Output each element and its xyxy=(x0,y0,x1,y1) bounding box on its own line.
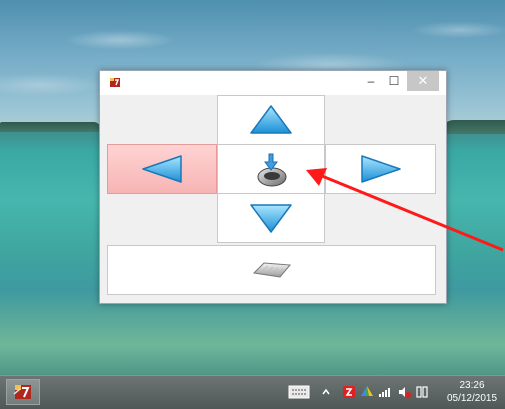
mouse-click-button[interactable] xyxy=(217,144,325,194)
minimize-button[interactable]: – xyxy=(360,71,382,91)
move-up-button[interactable] xyxy=(217,95,325,145)
clock-time: 23:26 xyxy=(459,380,485,391)
move-down-button[interactable] xyxy=(217,193,325,243)
title-bar[interactable]: – ☐ ✕ xyxy=(100,71,446,95)
network-share-icon[interactable] xyxy=(359,384,375,400)
maximize-button[interactable]: ☐ xyxy=(383,71,405,91)
network-icon[interactable] xyxy=(414,384,430,400)
volume-muted-icon[interactable] xyxy=(396,384,412,400)
arrow-down-icon xyxy=(250,204,292,233)
move-right-button[interactable] xyxy=(325,144,436,194)
move-left-button[interactable] xyxy=(107,144,217,194)
island-right xyxy=(440,120,505,134)
keyboard-button[interactable] xyxy=(107,245,436,295)
arrow-right-icon xyxy=(360,155,401,183)
antivirus-icon[interactable] xyxy=(341,384,357,400)
touch-keyboard-icon[interactable] xyxy=(288,384,310,400)
app-logo-icon xyxy=(13,385,31,399)
mouse-click-icon xyxy=(257,153,287,187)
app-window: – ☐ ✕ xyxy=(99,70,447,304)
arrow-up-icon xyxy=(250,105,292,134)
taskbar-clock[interactable]: 23:26 05/12/2015 xyxy=(439,379,505,405)
taskbar-app-button[interactable] xyxy=(6,379,40,405)
close-button[interactable]: ✕ xyxy=(407,71,439,91)
island-left xyxy=(0,122,100,132)
signal-icon[interactable] xyxy=(377,384,393,400)
app-logo-icon[interactable] xyxy=(109,76,121,88)
taskbar: 23:26 05/12/2015 xyxy=(0,375,505,409)
arrow-left-icon xyxy=(142,155,182,183)
show-hidden-icons-icon[interactable] xyxy=(318,384,334,400)
clock-date: 05/12/2015 xyxy=(446,393,498,404)
keyboard-icon xyxy=(252,262,291,278)
